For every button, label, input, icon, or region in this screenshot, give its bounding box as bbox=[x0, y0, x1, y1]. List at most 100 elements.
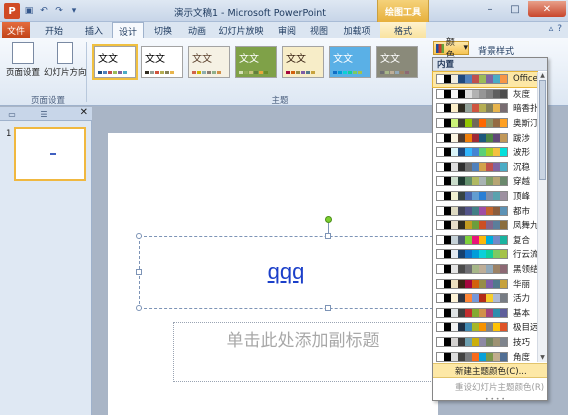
theme-thumbnail[interactable]: 文文 bbox=[141, 46, 183, 78]
color-chip bbox=[458, 148, 465, 157]
theme-colors-button[interactable]: 颜色 ▾ bbox=[433, 38, 469, 61]
theme-sample-text: 文文 bbox=[145, 54, 165, 65]
color-scheme-item[interactable]: 基本 bbox=[433, 306, 537, 321]
minimize-icon[interactable]: – bbox=[478, 1, 502, 17]
color-scheme-item[interactable]: 穿越 bbox=[433, 174, 537, 189]
background-style-button[interactable]: 背景样式 bbox=[478, 44, 514, 57]
close-icon[interactable]: ✕ bbox=[528, 1, 566, 17]
color-scheme-item[interactable]: Office bbox=[432, 71, 538, 88]
color-scheme-item[interactable]: 华丽 bbox=[433, 276, 537, 291]
powerpoint-logo-icon[interactable]: P bbox=[4, 3, 20, 19]
slide-orientation-button[interactable]: 幻灯片方向 bbox=[44, 42, 87, 78]
page-setup-button[interactable]: 页面设置 bbox=[6, 42, 40, 78]
tab-slideshow[interactable]: 幻灯片放映 bbox=[215, 22, 267, 38]
help-icon[interactable]: ? bbox=[557, 24, 562, 34]
resize-handle-tl[interactable] bbox=[136, 233, 142, 239]
color-scheme-item[interactable]: 灰度 bbox=[433, 87, 537, 102]
color-scheme-item[interactable]: 极目远眺 bbox=[433, 320, 547, 335]
color-chip bbox=[479, 206, 486, 215]
tab-view[interactable]: 视图 bbox=[304, 22, 334, 38]
color-scheme-item[interactable]: 黑领结 bbox=[433, 262, 539, 277]
close-pane-icon[interactable]: ✕ bbox=[80, 107, 88, 118]
color-chips bbox=[436, 336, 508, 347]
color-scheme-item[interactable]: 都市 bbox=[433, 203, 537, 218]
color-chip bbox=[472, 323, 479, 332]
color-chip bbox=[500, 206, 507, 215]
resize-handle-t[interactable] bbox=[325, 233, 331, 239]
subtitle-placeholder-text[interactable]: 单击此处添加副标题 bbox=[173, 326, 433, 351]
color-chip bbox=[451, 323, 458, 332]
resize-grip-icon[interactable]: • • • • bbox=[485, 396, 505, 403]
color-chip bbox=[493, 104, 500, 113]
scroll-thumb[interactable] bbox=[539, 80, 546, 180]
outline-tab-icon[interactable]: ☰ bbox=[34, 108, 54, 120]
color-chip bbox=[444, 294, 451, 303]
tab-home[interactable]: 开始 bbox=[38, 22, 70, 38]
tab-file[interactable]: 文件 bbox=[2, 22, 30, 38]
color-scheme-item[interactable]: 凤舞九天 bbox=[433, 218, 547, 233]
scroll-down-icon[interactable]: ▼ bbox=[538, 354, 547, 362]
swatch bbox=[264, 71, 268, 74]
tab-addins[interactable]: 加载项 bbox=[338, 22, 376, 38]
swatch bbox=[333, 71, 337, 74]
tab-animations[interactable]: 动画 bbox=[182, 22, 212, 38]
redo-icon[interactable]: ↷ bbox=[53, 5, 65, 17]
color-scheme-item[interactable]: 顶峰 bbox=[433, 189, 537, 204]
color-chip bbox=[444, 119, 451, 128]
tab-review[interactable]: 审阅 bbox=[272, 22, 302, 38]
resize-handle-b[interactable] bbox=[325, 305, 331, 311]
color-scheme-item[interactable]: 行云流水 bbox=[433, 247, 547, 262]
swatch bbox=[103, 71, 107, 74]
color-scheme-item[interactable]: 跋涉 bbox=[433, 130, 537, 145]
color-chip bbox=[486, 279, 493, 288]
minimize-ribbon-icon[interactable]: ▵ bbox=[549, 24, 554, 34]
undo-icon[interactable]: ↶ bbox=[38, 5, 50, 17]
color-scheme-item[interactable]: 复合 bbox=[433, 233, 537, 248]
theme-thumbnail[interactable]: 文文 bbox=[376, 46, 418, 78]
slides-tab-icon[interactable]: ▭ bbox=[2, 108, 22, 120]
color-scheme-name: 都市 bbox=[513, 206, 531, 217]
tab-insert[interactable]: 插入 bbox=[78, 22, 110, 38]
color-chip bbox=[500, 294, 507, 303]
slide-thumbnail[interactable] bbox=[14, 127, 86, 181]
theme-thumbnail[interactable]: 文文 bbox=[329, 46, 371, 78]
color-chip bbox=[444, 75, 451, 84]
color-scheme-name: 角度 bbox=[513, 352, 531, 363]
theme-thumbnail[interactable]: 文文 bbox=[282, 46, 324, 78]
color-scheme-item[interactable]: 奥斯汀 bbox=[433, 116, 539, 131]
dropdown-scrollbar[interactable]: ▲ ▼ bbox=[537, 72, 547, 362]
tab-transitions[interactable]: 切换 bbox=[148, 22, 178, 38]
theme-thumbnail[interactable]: 文文 bbox=[188, 46, 230, 78]
save-icon[interactable]: ▣ bbox=[23, 5, 35, 17]
swatch bbox=[390, 71, 394, 74]
slide-title-text[interactable]: qqq bbox=[139, 256, 433, 288]
color-scheme-item[interactable]: 沉稳 bbox=[433, 160, 537, 175]
color-scheme-item[interactable]: 波形 bbox=[433, 145, 537, 160]
rotate-handle[interactable] bbox=[325, 216, 332, 223]
theme-thumbnail[interactable]: 文文 bbox=[235, 46, 277, 78]
color-chip bbox=[465, 119, 472, 128]
color-chip bbox=[493, 177, 500, 186]
color-chip bbox=[472, 119, 479, 128]
color-scheme-item[interactable]: 技巧 bbox=[433, 335, 537, 350]
color-scheme-item[interactable]: 活力 bbox=[433, 291, 537, 306]
new-theme-colors-item[interactable]: 新建主题颜色(C)... bbox=[433, 363, 547, 378]
customize-dropdown-icon[interactable]: ▾ bbox=[68, 5, 80, 17]
color-chip bbox=[437, 323, 444, 332]
maximize-icon[interactable]: □ bbox=[503, 1, 527, 17]
scroll-up-icon[interactable]: ▲ bbox=[538, 72, 547, 80]
color-chip bbox=[444, 192, 451, 201]
color-chip bbox=[486, 177, 493, 186]
theme-thumbnail[interactable]: 文文 bbox=[92, 44, 138, 80]
tab-format[interactable]: 格式 bbox=[380, 22, 426, 38]
resize-handle-bl[interactable] bbox=[136, 305, 142, 311]
swatch bbox=[118, 71, 122, 74]
color-chip bbox=[472, 294, 479, 303]
color-scheme-item[interactable]: 角度 bbox=[433, 349, 537, 364]
color-chip bbox=[472, 206, 479, 215]
title-bar: P ▣ ↶ ↷ ▾ 演示文稿1 - Microsoft PowerPoint 绘… bbox=[0, 0, 568, 22]
color-chip bbox=[458, 323, 465, 332]
tab-design[interactable]: 设计 bbox=[112, 22, 144, 39]
color-chips bbox=[436, 351, 508, 362]
color-scheme-item[interactable]: 暗香扑面 bbox=[433, 101, 547, 116]
